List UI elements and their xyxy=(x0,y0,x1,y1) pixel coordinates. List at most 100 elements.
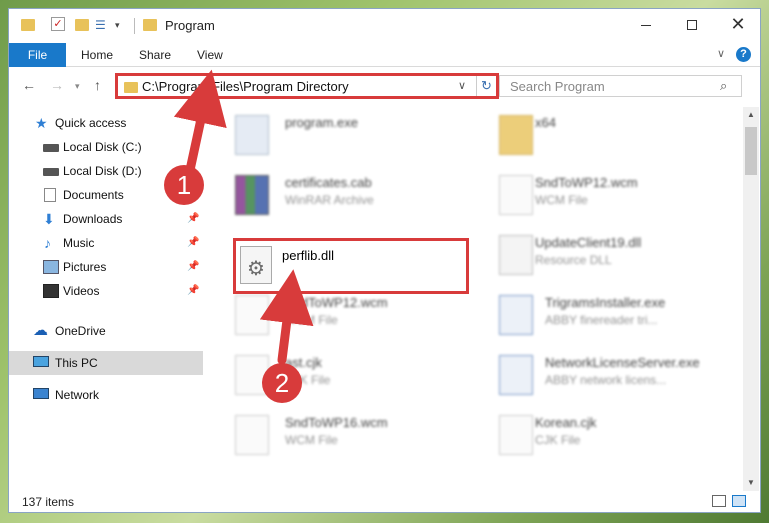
file-icon xyxy=(235,295,269,335)
tab-file[interactable]: File xyxy=(9,43,66,67)
tab-home[interactable]: Home xyxy=(81,43,113,67)
up-arrow-icon[interactable]: ↑ xyxy=(94,77,101,93)
sidebar-item-label: This PC xyxy=(55,356,98,370)
search-icon[interactable]: ⌕ xyxy=(720,78,727,94)
videos-icon xyxy=(43,284,59,298)
file-name: SndToWP12.wcm xyxy=(535,175,638,190)
sidebar-item-downloads[interactable]: ⬇ Downloads 📌 xyxy=(9,207,203,231)
explorer-window: ✓ ☰ ▾ Program ✕ File Home Share View ∨ ?… xyxy=(8,8,761,513)
file-type: WCM File xyxy=(285,313,338,327)
exe-file-icon xyxy=(499,355,533,395)
sidebar-item-label: Network xyxy=(55,388,100,402)
status-bar: 137 items xyxy=(9,491,760,512)
sidebar-item-videos[interactable]: Videos 📌 xyxy=(9,279,203,303)
scroll-up-icon[interactable]: ▲ xyxy=(743,107,759,123)
cloud-icon: ☁ xyxy=(33,322,48,339)
file-icon xyxy=(499,415,533,455)
folder-icon xyxy=(499,115,533,155)
file-type: WinRAR Archive xyxy=(285,193,374,207)
file-type: Resource DLL xyxy=(535,253,612,267)
minimize-button[interactable] xyxy=(623,9,669,39)
pin-icon[interactable]: 📌 xyxy=(187,237,199,248)
pin-icon[interactable]: 📌 xyxy=(187,261,199,272)
sidebar-item-label: Local Disk (D:) xyxy=(63,164,142,178)
documents-icon xyxy=(44,188,56,202)
address-bar[interactable]: C:\Program Files\Program Directory ∨ ↻ xyxy=(115,73,499,99)
sidebar-item-label: Local Disk (C:) xyxy=(63,140,142,154)
pin-icon[interactable]: 📌 xyxy=(187,285,199,296)
large-icons-view-icon[interactable] xyxy=(732,495,746,507)
pin-icon[interactable]: 📌 xyxy=(187,213,199,224)
maximize-button[interactable] xyxy=(669,9,715,39)
list-item[interactable]: x64 xyxy=(477,107,717,163)
list-item[interactable]: Korean.cjk CJK File xyxy=(477,407,717,463)
sidebar-item-label: Music xyxy=(63,236,95,250)
expand-ribbon-chevron-icon[interactable]: ∨ xyxy=(717,47,725,60)
customize-toolbar-chevron-icon[interactable]: ▾ xyxy=(115,18,125,34)
music-icon: ♪ xyxy=(44,235,51,251)
address-path[interactable]: C:\Program Files\Program Directory xyxy=(142,79,349,94)
tab-share[interactable]: Share xyxy=(139,43,171,67)
sidebar-item-local-disk-c[interactable]: Local Disk (C:) xyxy=(9,135,203,159)
search-input[interactable]: Search Program xyxy=(510,79,605,94)
close-button[interactable]: ✕ xyxy=(715,9,760,39)
details-view-icon[interactable] xyxy=(712,495,726,507)
sidebar-item-label: Downloads xyxy=(63,212,123,226)
close-icon: ✕ xyxy=(730,14,746,34)
scroll-down-icon[interactable]: ▼ xyxy=(743,475,759,491)
back-arrow-icon[interactable]: ← xyxy=(22,77,36,93)
new-folder-icon[interactable] xyxy=(75,19,89,31)
file-icon xyxy=(235,415,269,455)
file-name: perflib.dll xyxy=(282,248,335,263)
list-item[interactable]: SndToWP12.wcm WCM File xyxy=(477,167,717,223)
refresh-icon[interactable]: ↻ xyxy=(476,76,496,96)
sidebar-item-this-pc[interactable]: This PC xyxy=(9,351,203,375)
address-history-chevron-icon[interactable]: ∨ xyxy=(458,79,466,92)
sidebar-item-quick-access[interactable]: ★ Quick access xyxy=(9,111,203,135)
file-name: SndToWP12.wcm xyxy=(285,295,388,310)
window-title: Program xyxy=(165,18,215,33)
file-name: NetworkLicenseServer.exe xyxy=(545,355,700,370)
sidebar-item-pictures[interactable]: Pictures 📌 xyxy=(9,255,203,279)
sidebar-item-label: Pictures xyxy=(63,260,107,274)
winrar-archive-icon xyxy=(235,175,269,215)
recent-locations-chevron-icon[interactable]: ▾ xyxy=(75,81,80,92)
title-folder-icon xyxy=(143,19,157,31)
list-item[interactable]: SndToWP16.wcm WCM File xyxy=(213,407,453,463)
navigation-pane: ★ Quick access Local Disk (C:) Local Dis… xyxy=(9,107,205,490)
vertical-scrollbar[interactable]: ▲ ▼ xyxy=(743,107,759,491)
file-type: ABBY network licens... xyxy=(545,373,667,387)
scroll-thumb[interactable] xyxy=(745,127,757,175)
title-separator xyxy=(134,18,135,34)
highlighted-file-perflib[interactable]: ⚙ perflib.dll xyxy=(233,238,469,294)
list-item[interactable]: SndToWP12.wcm WCM File xyxy=(213,287,453,343)
dll-file-icon xyxy=(499,235,533,275)
sidebar-item-label: OneDrive xyxy=(55,324,106,338)
gear-icon: ⚙ xyxy=(247,258,265,280)
search-box[interactable]: Search Program ⌕ xyxy=(499,75,742,97)
file-name: program.exe xyxy=(285,115,358,130)
pc-icon xyxy=(33,356,49,367)
properties-check-icon[interactable]: ✓ xyxy=(51,17,65,31)
list-item[interactable]: certificates.cab WinRAR Archive xyxy=(213,167,453,223)
list-item[interactable]: ast.cjk CJK File xyxy=(213,347,453,403)
list-item[interactable]: TrigramsInstaller.exe ABBY finereader tr… xyxy=(477,287,717,343)
navigation-bar: ← → ▾ ↑ C:\Program Files\Program Directo… xyxy=(9,69,760,103)
item-count: 137 items xyxy=(22,495,75,509)
list-item[interactable]: program.exe xyxy=(213,107,453,163)
sidebar-item-network[interactable]: Network xyxy=(9,383,203,407)
sidebar-item-music[interactable]: ♪ Music 📌 xyxy=(9,231,203,255)
list-view-icon[interactable]: ☰ xyxy=(95,18,111,32)
sidebar-item-onedrive[interactable]: ☁ OneDrive xyxy=(9,319,203,343)
exe-file-icon xyxy=(235,115,269,155)
folder-icon[interactable] xyxy=(21,19,35,31)
forward-arrow-icon[interactable]: → xyxy=(50,77,64,93)
tab-view[interactable]: View xyxy=(197,43,223,67)
list-item[interactable]: UpdateClient19.dll Resource DLL xyxy=(477,227,717,283)
list-item[interactable]: NetworkLicenseServer.exe ABBY network li… xyxy=(477,347,717,403)
step-badge-1: 1 xyxy=(164,165,204,205)
file-name: SndToWP16.wcm xyxy=(285,415,388,430)
help-icon[interactable]: ? xyxy=(736,47,751,62)
ribbon: File Home Share View ∨ ? xyxy=(9,41,760,67)
file-name: certificates.cab xyxy=(285,175,372,190)
